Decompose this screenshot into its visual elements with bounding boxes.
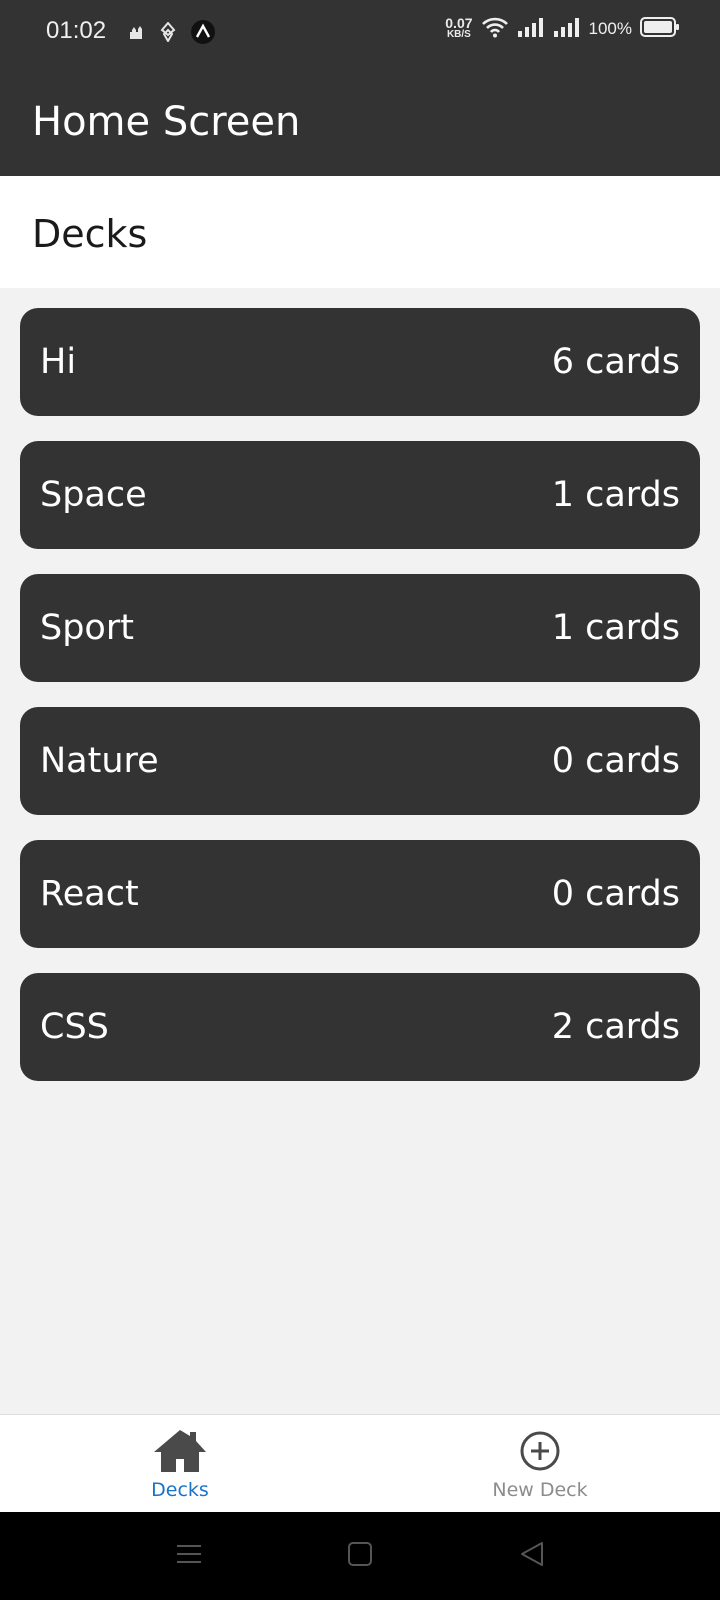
net-speed-unit: KB/S: [446, 29, 471, 40]
deck-card-count: 1 cards: [551, 608, 680, 648]
tab-label: Decks: [151, 1479, 209, 1501]
section-title: Decks: [32, 212, 148, 256]
deck-list: Hi 6 cards Space 1 cards Sport 1 cards N…: [20, 308, 700, 1106]
back-triangle-icon[interactable]: [518, 1540, 546, 1572]
page-title: Home Screen: [32, 99, 301, 145]
tab-decks[interactable]: Decks: [0, 1415, 360, 1513]
app-header: Home Screen: [0, 62, 720, 176]
status-time: 01:02: [46, 17, 107, 44]
net-speed: 0.07 KB/S: [445, 15, 473, 40]
deck-card-count: 1 cards: [551, 475, 680, 515]
net-speed-value: 0.07: [445, 15, 473, 31]
notification-icons: [128, 19, 216, 49]
battery-percent: 100%: [588, 19, 632, 38]
deck-name: Hi: [40, 342, 77, 382]
mosque-icon: [128, 23, 146, 45]
deck-name: Sport: [40, 608, 134, 648]
system-nav-bar: [0, 1512, 720, 1600]
deck-card-count: 0 cards: [551, 874, 680, 914]
deck-item-css[interactable]: CSS 2 cards: [20, 973, 700, 1081]
plus-circle-icon: [518, 1427, 562, 1475]
signal-icon-2: [553, 17, 581, 41]
deck-name: Nature: [40, 741, 159, 781]
screen: 01:02 0.07 KB/S 100% Home Screen Decks H…: [0, 0, 720, 1600]
deck-item-space[interactable]: Space 1 cards: [20, 441, 700, 549]
deck-item-react[interactable]: React 0 cards: [20, 840, 700, 948]
bottom-tab-bar: Decks New Deck: [0, 1414, 720, 1512]
location-arrow-icon: [160, 21, 176, 46]
status-right: 0.07 KB/S 100%: [445, 16, 680, 42]
signal-icon-1: [517, 17, 545, 41]
home-square-icon[interactable]: [346, 1540, 374, 1572]
deck-name: CSS: [40, 1007, 109, 1047]
section-header: Decks: [0, 176, 720, 288]
deck-name: React: [40, 874, 139, 914]
wifi-icon: [481, 16, 509, 42]
deck-card-count: 0 cards: [551, 741, 680, 781]
deck-item-sport[interactable]: Sport 1 cards: [20, 574, 700, 682]
deck-card-count: 6 cards: [551, 342, 680, 382]
tab-label: New Deck: [492, 1479, 588, 1501]
home-icon: [152, 1427, 208, 1475]
battery-icon: [640, 16, 680, 42]
app-logo-icon: [190, 19, 216, 49]
deck-item-nature[interactable]: Nature 0 cards: [20, 707, 700, 815]
deck-card-count: 2 cards: [551, 1007, 680, 1047]
deck-name: Space: [40, 475, 147, 515]
deck-item-hi[interactable]: Hi 6 cards: [20, 308, 700, 416]
tab-new-deck[interactable]: New Deck: [360, 1415, 720, 1513]
status-bar: 01:02 0.07 KB/S 100%: [0, 0, 720, 62]
menu-icon[interactable]: [175, 1540, 203, 1572]
